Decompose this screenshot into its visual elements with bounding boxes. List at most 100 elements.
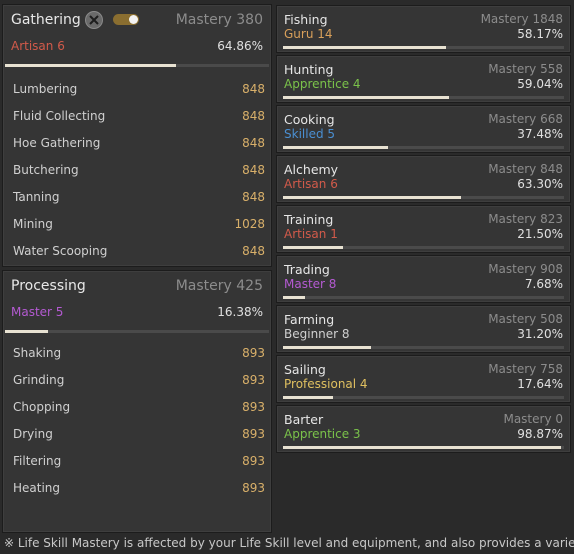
skill-title: Sailing	[284, 362, 326, 377]
skill-card-barter[interactable]: Barter Mastery 0 Apprentice 3 98.87%	[276, 405, 571, 453]
skill-value: 893	[242, 400, 265, 414]
skill-name: Fluid Collecting	[13, 109, 106, 123]
skill-level: Guru 14	[284, 27, 333, 41]
crossed-pickaxes-icon[interactable]	[85, 11, 103, 29]
skill-percent: 98.87%	[517, 427, 563, 441]
skill-value: 848	[242, 163, 265, 177]
skill-mastery: Mastery 1848	[480, 12, 563, 26]
skill-value: 848	[242, 109, 265, 123]
skill-value: 893	[242, 454, 265, 468]
skill-level: Apprentice 4	[284, 77, 361, 91]
gathering-progress-bar	[5, 64, 269, 67]
skill-progress-fill	[283, 246, 344, 249]
skill-name: Chopping	[13, 400, 71, 414]
skill-mastery: Mastery 0	[503, 412, 563, 426]
toggle-knob	[129, 15, 138, 24]
skill-name: Lumbering	[13, 82, 78, 96]
skill-card-trading[interactable]: Trading Mastery 908 Master 8 7.68%	[276, 255, 571, 303]
skill-row[interactable]: Fluid Collecting 848	[11, 104, 265, 131]
skill-title: Barter	[284, 412, 324, 427]
skill-progress-fill	[283, 46, 447, 49]
skill-row[interactable]: Filtering 893	[11, 449, 265, 476]
skill-title: Trading	[284, 262, 330, 277]
skill-row[interactable]: Tanning 848	[11, 185, 265, 212]
skill-row[interactable]: Mining 1028	[11, 212, 265, 239]
gathering-panel: Gathering Mastery 380 Artisan 6 64.86% L…	[2, 4, 272, 267]
skill-progress-fill	[283, 196, 461, 199]
skill-value: 893	[242, 481, 265, 495]
skill-progress-bar	[283, 296, 564, 299]
skill-level: Beginner 8	[284, 327, 350, 341]
skill-card-sailing[interactable]: Sailing Mastery 758 Professional 4 17.64%	[276, 355, 571, 403]
processing-progress-fill	[5, 330, 49, 333]
skill-progress-fill	[283, 346, 371, 349]
skill-title: Hunting	[284, 62, 334, 77]
skill-value: 893	[242, 373, 265, 387]
skill-row[interactable]: Lumbering 848	[11, 77, 265, 104]
skill-value: 893	[242, 427, 265, 441]
skill-mastery: Mastery 908	[488, 262, 563, 276]
processing-percent: 16.38%	[217, 305, 263, 319]
skill-title: Alchemy	[284, 162, 339, 177]
skill-progress-fill	[283, 296, 305, 299]
skill-mastery: Mastery 823	[488, 212, 563, 226]
skill-name: Water Scooping	[13, 244, 108, 258]
skill-progress-bar	[283, 96, 564, 99]
skill-value: 848	[242, 190, 265, 204]
skill-card-training[interactable]: Training Mastery 823 Artisan 1 21.50%	[276, 205, 571, 253]
skill-name: Butchering	[13, 163, 79, 177]
skill-title: Cooking	[284, 112, 335, 127]
skill-progress-fill	[283, 446, 561, 449]
skill-level: Artisan 1	[284, 227, 338, 241]
skill-mastery: Mastery 558	[488, 62, 563, 76]
skill-row[interactable]: Heating 893	[11, 476, 265, 503]
skill-percent: 7.68%	[524, 277, 563, 291]
skill-value: 848	[242, 136, 265, 150]
skill-row[interactable]: Grinding 893	[11, 368, 265, 395]
skill-percent: 17.64%	[517, 377, 563, 391]
skill-card-hunting[interactable]: Hunting Mastery 558 Apprentice 4 59.04%	[276, 55, 571, 103]
skill-mastery: Mastery 848	[488, 162, 563, 176]
skill-name: Drying	[13, 427, 53, 441]
footer-note: ※ Life Skill Mastery is affected by your…	[4, 536, 574, 550]
gathering-progress-fill	[5, 64, 177, 67]
skill-value: 893	[242, 346, 265, 360]
skill-card-cooking[interactable]: Cooking Mastery 668 Skilled 5 37.48%	[276, 105, 571, 153]
gathering-percent: 64.86%	[217, 39, 263, 53]
skill-row[interactable]: Shaking 893	[11, 341, 265, 368]
skill-value: 848	[242, 244, 265, 258]
skill-progress-fill	[283, 146, 389, 149]
skill-card-farming[interactable]: Farming Mastery 508 Beginner 8 31.20%	[276, 305, 571, 353]
processing-mastery: Mastery 425	[175, 278, 263, 294]
gathering-level: Artisan 6	[11, 39, 65, 53]
skill-mastery: Mastery 758	[488, 362, 563, 376]
skill-name: Hoe Gathering	[13, 136, 101, 150]
skill-mastery: Mastery 508	[488, 312, 563, 326]
skill-row[interactable]: Hoe Gathering 848	[11, 131, 265, 158]
skill-name: Filtering	[13, 454, 62, 468]
skill-card-alchemy[interactable]: Alchemy Mastery 848 Artisan 6 63.30%	[276, 155, 571, 203]
skill-progress-fill	[283, 396, 333, 399]
skill-progress-bar	[283, 246, 564, 249]
gathering-mastery: Mastery 380	[175, 12, 263, 28]
skill-name: Mining	[13, 217, 53, 231]
skill-percent: 31.20%	[517, 327, 563, 341]
skill-row[interactable]: Chopping 893	[11, 395, 265, 422]
processing-panel: Processing Mastery 425 Master 5 16.38% S…	[2, 270, 272, 533]
skill-row[interactable]: Drying 893	[11, 422, 265, 449]
skill-row[interactable]: Water Scooping 848	[11, 239, 265, 266]
skill-progress-bar	[283, 146, 564, 149]
skill-percent: 58.17%	[517, 27, 563, 41]
skill-progress-bar	[283, 346, 564, 349]
skill-level: Artisan 6	[284, 177, 338, 191]
skill-progress-bar	[283, 46, 564, 49]
skill-title: Farming	[284, 312, 335, 327]
skill-card-fishing[interactable]: Fishing Mastery 1848 Guru 14 58.17%	[276, 5, 571, 53]
skill-row[interactable]: Butchering 848	[11, 158, 265, 185]
skill-name: Heating	[13, 481, 61, 495]
skill-progress-bar	[283, 196, 564, 199]
skill-level: Master 8	[284, 277, 337, 291]
skill-name: Shaking	[13, 346, 62, 360]
skill-name: Grinding	[13, 373, 65, 387]
toggle-switch[interactable]	[113, 14, 139, 25]
